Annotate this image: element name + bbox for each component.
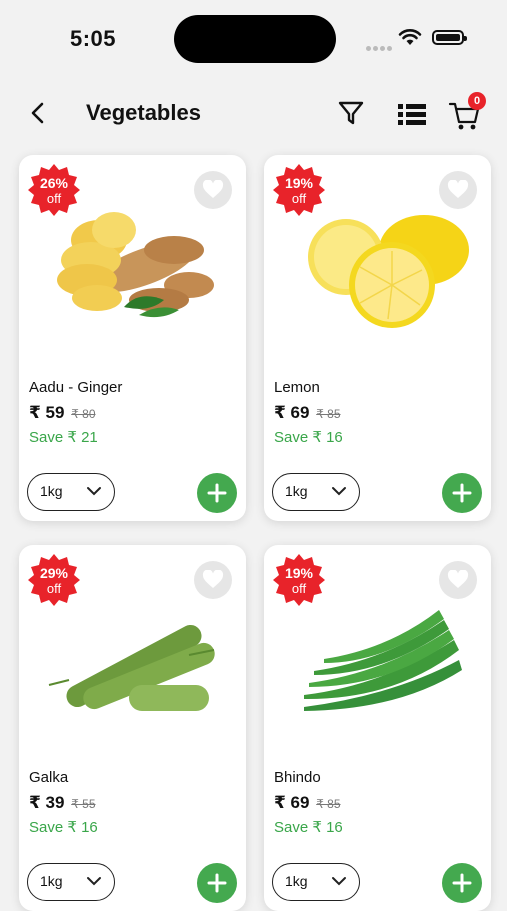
quantity-select[interactable]: 1kg (27, 863, 115, 901)
chevron-down-icon (87, 487, 101, 496)
product-image-galka (39, 595, 229, 725)
quantity-select[interactable]: 1kg (272, 473, 360, 511)
save-amount: Save ₹ 16 (274, 819, 343, 836)
discount-percent: 19% (284, 565, 314, 581)
plus-icon (207, 873, 227, 893)
add-to-cart-button[interactable] (197, 863, 237, 903)
save-amount: Save ₹ 16 (29, 819, 98, 836)
favorite-button[interactable] (439, 171, 477, 209)
cart-count-badge: 0 (468, 92, 486, 110)
quantity-select[interactable]: 1kg (272, 863, 360, 901)
status-bar: 5:05 (0, 0, 507, 80)
save-amount: Save ₹ 16 (274, 429, 343, 446)
product-mrp: ₹ 85 (316, 797, 341, 811)
heart-icon (447, 180, 469, 198)
add-to-cart-button[interactable] (197, 473, 237, 513)
plus-icon (207, 483, 227, 503)
list-view-button[interactable] (396, 100, 428, 128)
save-amount: Save ₹ 21 (29, 429, 98, 446)
product-price: ₹ 59 (29, 403, 65, 422)
product-name: Galka (29, 769, 69, 786)
heart-icon (202, 180, 224, 198)
price-row: ₹ 69 ₹ 85 (274, 403, 341, 423)
product-name: Lemon (274, 379, 320, 396)
plus-icon (452, 483, 472, 503)
product-card[interactable]: 19% off Bhindo ₹ 69 ₹ 85 Save ₹ 16 1kg (264, 545, 491, 911)
favorite-button[interactable] (439, 561, 477, 599)
chevron-down-icon (87, 877, 101, 886)
product-image-lemon (284, 205, 474, 335)
back-arrow-icon (31, 102, 44, 124)
plus-icon (452, 873, 472, 893)
product-price: ₹ 39 (29, 793, 65, 812)
wifi-icon (398, 28, 422, 51)
product-price: ₹ 69 (274, 403, 310, 422)
signal-icon (366, 38, 394, 56)
header: Vegetables 0 (0, 88, 507, 138)
status-time: 5:05 (70, 26, 117, 51)
quantity-value: 1kg (40, 483, 63, 499)
favorite-button[interactable] (194, 561, 232, 599)
heart-icon (202, 570, 224, 588)
discount-percent: 19% (284, 175, 314, 191)
chevron-down-icon (332, 877, 346, 886)
discount-percent: 26% (39, 175, 69, 191)
back-button[interactable] (24, 98, 54, 128)
dynamic-island (174, 15, 336, 63)
page-title: Vegetables (86, 100, 201, 125)
product-price: ₹ 69 (274, 793, 310, 812)
cart-button[interactable]: 0 (448, 92, 486, 130)
battery-icon (432, 30, 467, 45)
filter-button[interactable] (336, 98, 366, 128)
filter-icon (338, 101, 364, 125)
product-card[interactable]: 19% off Lemon ₹ 69 ₹ 85 Save ₹ 16 1kg (264, 155, 491, 521)
product-card[interactable]: 29% off Galka ₹ 39 ₹ 55 Save ₹ 16 1kg (19, 545, 246, 911)
product-card[interactable]: 26% off Aadu - Ginger ₹ 59 ₹ 80 Save ₹ 21… (19, 155, 246, 521)
quantity-value: 1kg (285, 873, 308, 889)
price-row: ₹ 59 ₹ 80 (29, 403, 96, 423)
chevron-down-icon (332, 487, 346, 496)
product-mrp: ₹ 85 (316, 407, 341, 421)
product-name: Aadu - Ginger (29, 379, 123, 396)
product-image-bhindo (284, 595, 474, 725)
heart-icon (447, 570, 469, 588)
product-image-ginger (39, 205, 229, 335)
list-view-icon (398, 104, 426, 125)
favorite-button[interactable] (194, 171, 232, 209)
product-name: Bhindo (274, 769, 321, 786)
discount-percent: 29% (39, 565, 69, 581)
quantity-value: 1kg (40, 873, 63, 889)
product-mrp: ₹ 80 (71, 407, 96, 421)
add-to-cart-button[interactable] (442, 473, 482, 513)
product-mrp: ₹ 55 (71, 797, 96, 811)
add-to-cart-button[interactable] (442, 863, 482, 903)
quantity-value: 1kg (285, 483, 308, 499)
price-row: ₹ 69 ₹ 85 (274, 793, 341, 813)
quantity-select[interactable]: 1kg (27, 473, 115, 511)
price-row: ₹ 39 ₹ 55 (29, 793, 96, 813)
